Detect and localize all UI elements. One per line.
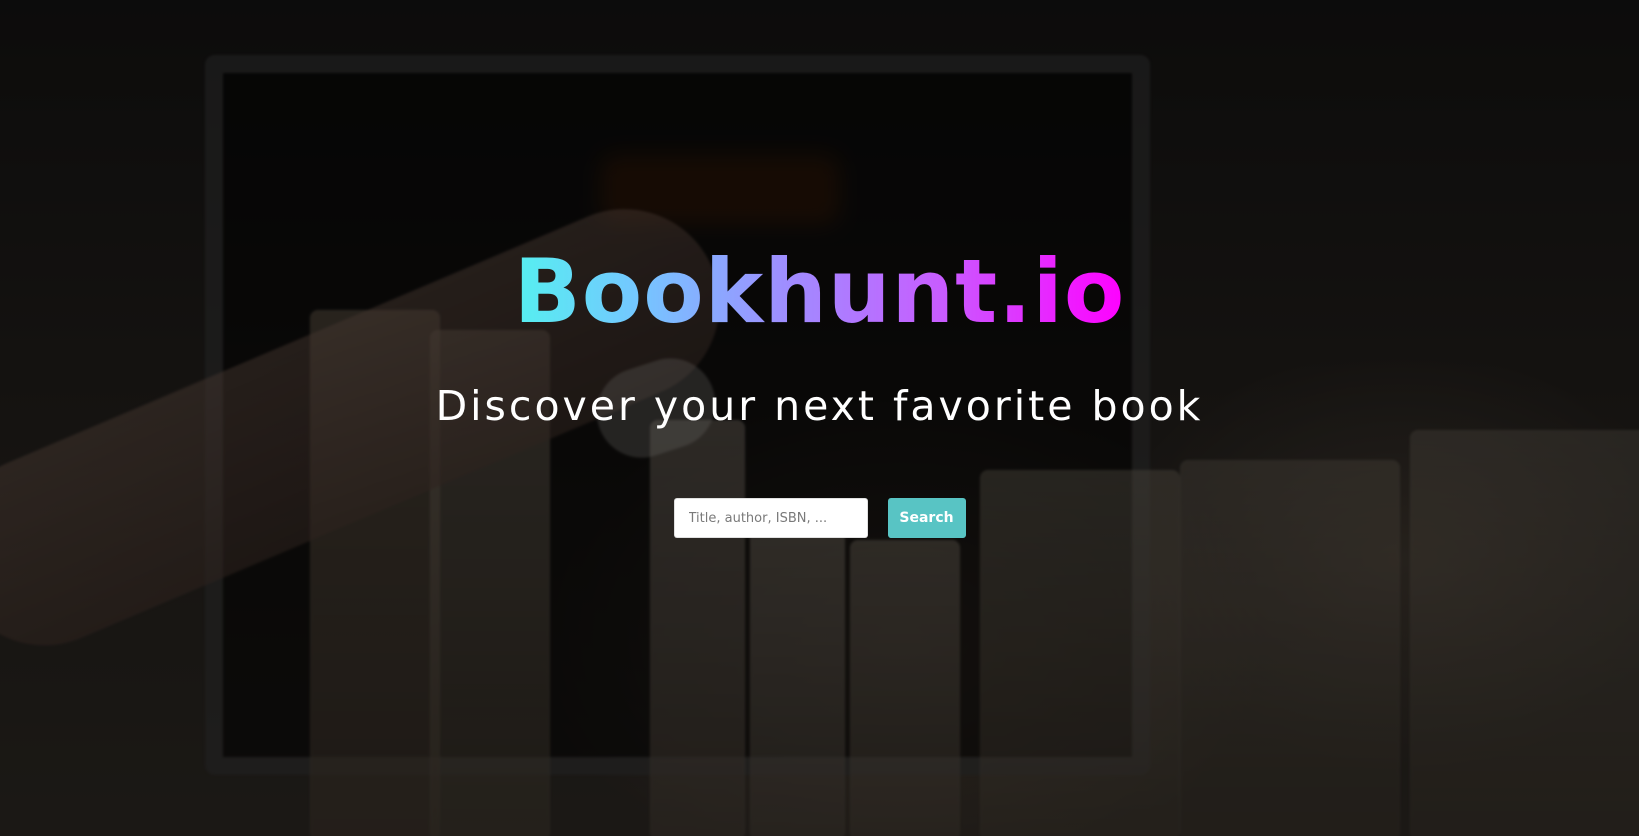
search-bar: Search [0,498,1639,538]
site-logo: Bookhunt.io [0,248,1639,336]
search-button[interactable]: Search [887,498,966,538]
site-logo-text: Bookhunt.io [513,240,1126,343]
hero: Bookhunt.io Discover your next favorite … [0,0,1639,836]
search-input[interactable] [673,498,868,538]
hero-content: Bookhunt.io Discover your next favorite … [0,0,1639,836]
site-tagline: Discover your next favorite book [435,382,1204,430]
